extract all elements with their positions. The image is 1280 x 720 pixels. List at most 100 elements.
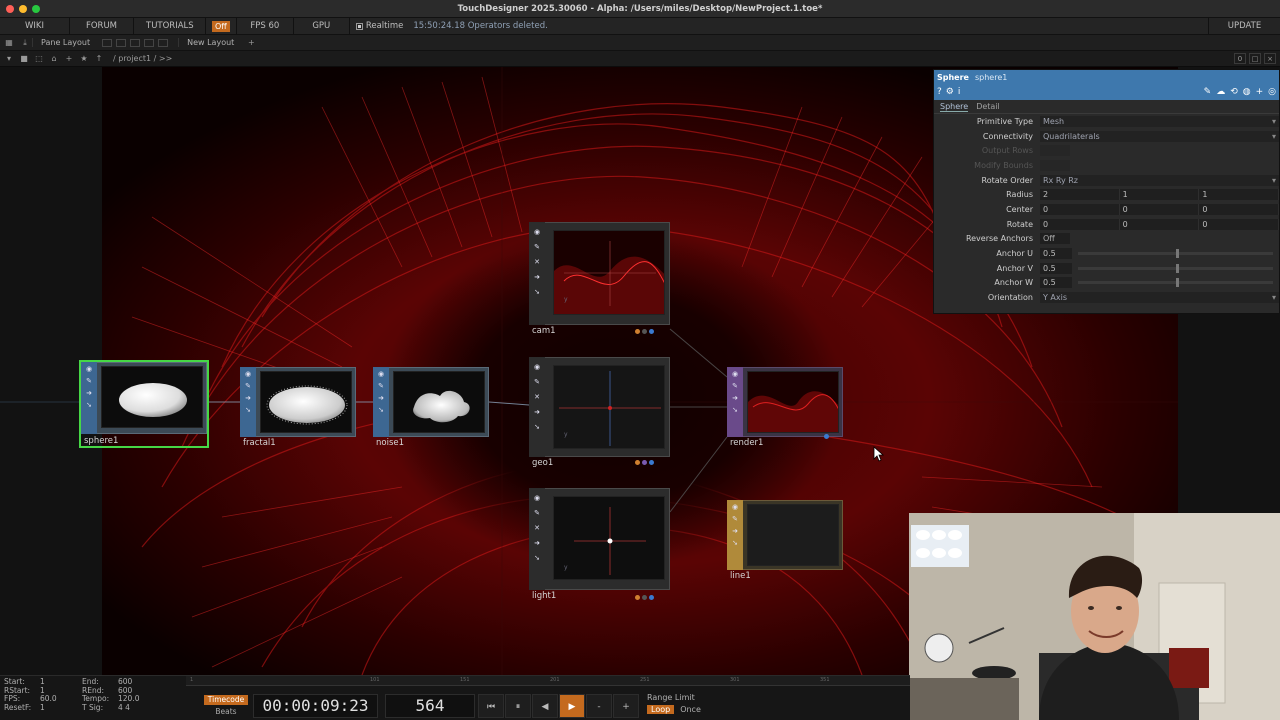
output-arrow-icon[interactable]: ➜ (533, 408, 542, 417)
output-arrow-icon[interactable]: ➜ (85, 389, 94, 398)
output-arrow-icon[interactable]: ➜ (377, 394, 386, 403)
stat-tsig-field[interactable]: 4 4 (118, 703, 130, 713)
flag-orange-icon[interactable] (635, 460, 640, 465)
bypass-icon[interactable]: ➘ (244, 406, 253, 415)
bypass-icon[interactable]: ➘ (731, 406, 740, 415)
anchor-v-slider[interactable] (1078, 263, 1273, 273)
rotate-x-field[interactable]: 0 (1040, 218, 1120, 230)
reverse-anchors-toggle[interactable]: Off (1040, 233, 1070, 245)
pencil-icon[interactable]: ✎ (1204, 87, 1212, 97)
output-arrow-icon[interactable]: ➜ (731, 394, 740, 403)
operator-name-field[interactable]: sphere1 (975, 73, 1007, 82)
flag-orange-icon[interactable] (635, 329, 640, 334)
edit-icon[interactable]: ✎ (533, 378, 542, 387)
viewer-toggle-icon[interactable]: ◉ (533, 363, 542, 372)
edit-icon[interactable]: ✎ (85, 377, 94, 386)
center-x-field[interactable]: 0 (1040, 203, 1120, 215)
modify-bounds-toggle[interactable] (1040, 159, 1070, 171)
edit-icon[interactable]: ✎ (377, 382, 386, 391)
flag-grey-icon[interactable] (642, 595, 647, 600)
node-light1[interactable]: ◉ ✎ ✕ ➜ ➘ y light1 (529, 488, 670, 602)
edit-icon[interactable]: ✎ (533, 509, 542, 518)
pane-type-icon[interactable]: ■ (18, 54, 30, 63)
bypass-icon[interactable]: ➘ (533, 423, 542, 432)
perform-mode-off-badge[interactable]: Off (212, 20, 230, 32)
orientation-dropdown[interactable]: Y Axis (1040, 292, 1279, 304)
tab-sphere[interactable]: Sphere (940, 102, 969, 112)
layout-slot-4[interactable] (144, 38, 155, 47)
maximize-window-button[interactable] (32, 5, 40, 13)
anchor-u-field[interactable]: 0.5 (1040, 248, 1072, 260)
pane-split-icon[interactable]: ⬚ (33, 54, 45, 63)
node-line1[interactable]: ◉ ✎ ➜ ➘ line1 (727, 500, 843, 581)
node-geo1[interactable]: ◉ ✎ ✕ ➜ ➘ y geo1 (529, 357, 670, 469)
viewer-toggle-icon[interactable]: ◉ (533, 228, 542, 237)
slider-handle[interactable] (1175, 278, 1179, 288)
slider-handle[interactable] (1175, 249, 1179, 259)
rotate-order-dropdown[interactable]: Rx Ry Rz (1040, 174, 1279, 186)
frame-display[interactable]: 564 (385, 694, 475, 718)
python-icon[interactable]: ⟲ (1230, 87, 1238, 97)
edit-icon[interactable]: ✎ (533, 243, 542, 252)
flag-purple-icon[interactable] (642, 460, 647, 465)
edit-icon[interactable]: ✎ (731, 515, 740, 524)
add-parameter-icon[interactable]: + (1256, 87, 1264, 97)
flag-grey-icon[interactable] (642, 329, 647, 334)
menu-wiki[interactable]: WIKI (0, 17, 70, 35)
node-render1[interactable]: ◉ ✎ ➜ ➘ render1 (727, 367, 843, 448)
rotate-z-field[interactable]: 0 (1199, 218, 1280, 230)
output-arrow-icon[interactable]: ➜ (533, 539, 542, 548)
flag-blue-icon[interactable] (649, 595, 654, 600)
viewer-toggle-icon[interactable]: ◉ (377, 370, 386, 379)
anchor-v-field[interactable]: 0.5 (1040, 262, 1072, 274)
bypass-icon[interactable]: ➘ (377, 406, 386, 415)
pause-icon[interactable]: ⏸ (505, 694, 531, 718)
once-button[interactable]: Once (680, 705, 701, 714)
layout-slot-3[interactable] (130, 38, 141, 47)
layout-slot-1[interactable] (102, 38, 113, 47)
radius-z-field[interactable]: 1 (1199, 189, 1280, 201)
bypass-icon[interactable]: ➘ (533, 554, 542, 563)
bookmark-icon[interactable]: ★ (78, 54, 90, 63)
close-icon[interactable]: ✕ (533, 258, 542, 267)
bypass-icon[interactable]: ➘ (85, 401, 94, 410)
step-minus-button[interactable]: - (586, 694, 612, 718)
info-icon[interactable]: i (958, 87, 961, 97)
node-sphere1[interactable]: ◉ ✎ ➜ ➘ sphere1 (79, 360, 209, 448)
anchor-w-slider[interactable] (1078, 278, 1273, 288)
flag-blue-icon[interactable] (824, 434, 829, 439)
close-window-button[interactable] (6, 5, 14, 13)
center-z-field[interactable]: 0 (1199, 203, 1280, 215)
radius-y-field[interactable]: 1 (1119, 189, 1200, 201)
play-icon[interactable]: ▶ (559, 694, 585, 718)
viewer-toggle-icon[interactable]: ◉ (731, 370, 740, 379)
viewer-toggle-icon[interactable]: ◉ (85, 365, 94, 374)
timecode-mode-button[interactable]: Timecode (204, 695, 248, 705)
step-plus-button[interactable]: + (613, 694, 639, 718)
viewer-toggle-icon[interactable]: ◉ (533, 494, 542, 503)
network-path[interactable]: / project1 / >> (113, 54, 172, 63)
viewer-toggle-icon[interactable]: ◉ (731, 503, 740, 512)
add-layout-icon[interactable]: + (244, 37, 258, 49)
rotate-y-field[interactable]: 0 (1119, 218, 1200, 230)
beats-mode-button[interactable]: Beats (204, 707, 248, 717)
menu-tutorials[interactable]: TUTORIALS (134, 17, 206, 35)
gpu-readout[interactable]: GPU (294, 17, 350, 35)
viewer-toggle-icon[interactable]: ◉ (244, 370, 253, 379)
update-button[interactable]: UPDATE (1208, 17, 1280, 35)
flag-orange-icon[interactable] (635, 595, 640, 600)
slider-handle[interactable] (1175, 263, 1179, 273)
home-icon[interactable]: ⌂ (48, 54, 60, 63)
menu-forum[interactable]: FORUM (70, 17, 134, 35)
output-rows-toggle[interactable] (1040, 145, 1070, 157)
node-cam1[interactable]: ◉ ✎ ✕ ➜ ➘ y cam1 (529, 222, 670, 336)
center-y-field[interactable]: 0 (1119, 203, 1200, 215)
pane-menu-icon[interactable]: ▾ (3, 54, 15, 63)
stat-start-field[interactable]: 1 (40, 677, 82, 687)
flag-blue-icon[interactable] (649, 460, 654, 465)
operator-info-icon[interactable]: ⚙ (946, 87, 954, 97)
edit-icon[interactable]: ✎ (244, 382, 253, 391)
bypass-icon[interactable]: ➘ (533, 288, 542, 297)
anchor-u-slider[interactable] (1078, 249, 1273, 259)
new-layout-button[interactable]: New Layout (178, 38, 242, 47)
